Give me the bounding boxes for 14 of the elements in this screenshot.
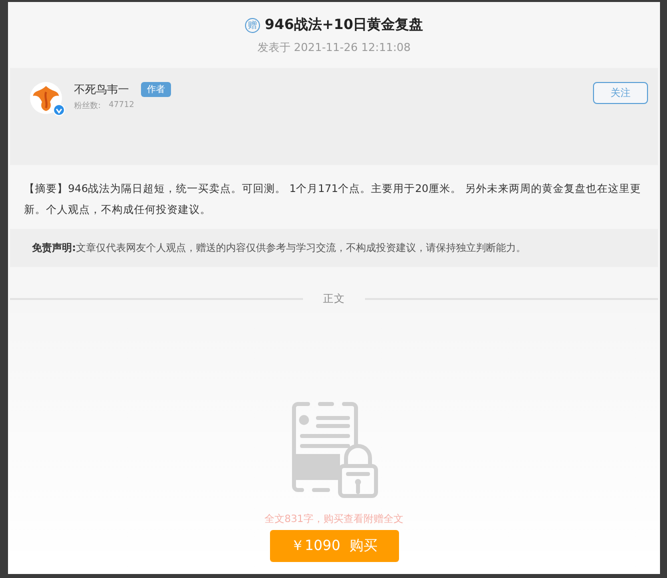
disclaimer-text: 免责声明:文章仅代表网友个人观点，赠送的内容仅供参考与学习交流，不构成投资建议，请保持独立判断能力。: [10, 229, 658, 267]
followers-label: 粉丝数:: [74, 100, 101, 111]
author-tag: 作者: [141, 82, 171, 97]
publish-date: 发表于 2021-11-26 12:11:08: [257, 40, 411, 55]
gift-badge: 赠: [244, 18, 260, 32]
author-name: 不死鸟韦一: [74, 82, 129, 97]
summary-text: 【摘要】946战法为隔日超短，统一买卖点。可回测。 1个月171个点。主要用于20厘米。 另外未来两周的黄金复盘也在这里更新。个人观点，不构成任何投资建议。: [23, 182, 642, 218]
buy-button[interactable]: ￥1090 购买: [270, 530, 398, 562]
article-title: 946战法+10日黄金复盘: [264, 16, 424, 34]
section-label: 正文: [323, 292, 345, 306]
followers-count: 47712: [108, 100, 134, 111]
avatar: [30, 82, 62, 114]
paywall-notice: 全文831字，购买查看附赠全文: [264, 512, 404, 526]
follow-button[interactable]: 关注: [593, 82, 648, 104]
